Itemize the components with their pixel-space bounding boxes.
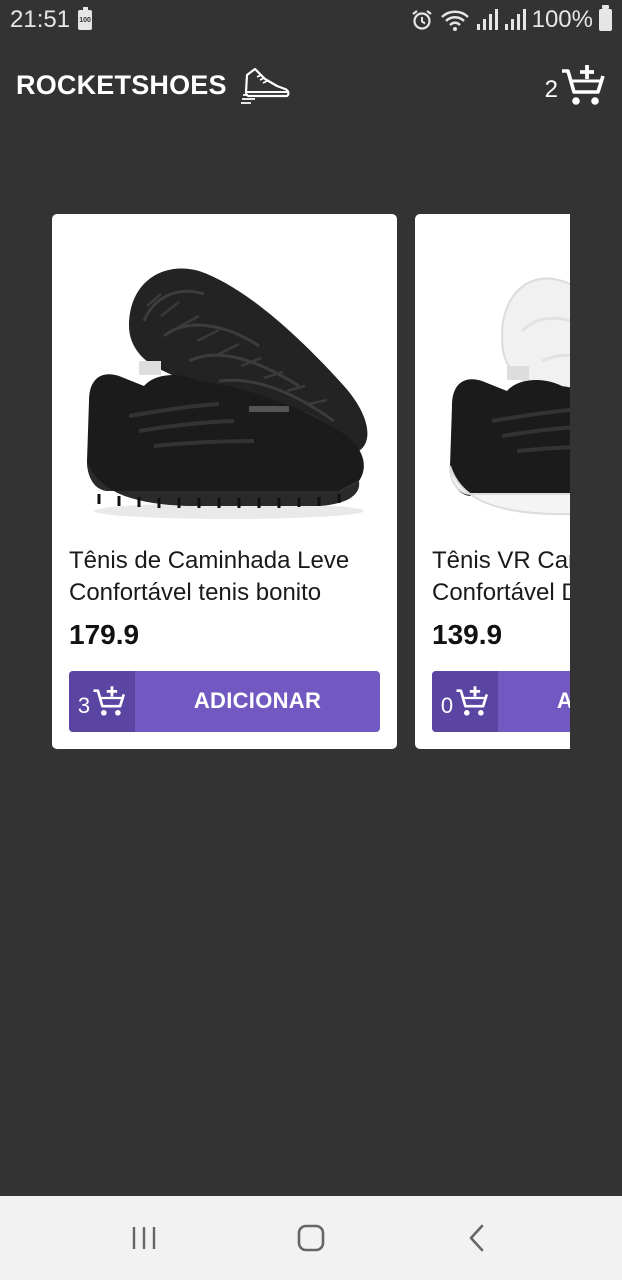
battery-saver-icon: 100 — [78, 7, 93, 30]
status-bar-right: 100% — [410, 5, 612, 34]
product-price: 179.9 — [69, 618, 140, 650]
cart-amount-count: 0 — [440, 693, 454, 719]
product-price: 139.9 — [432, 618, 503, 650]
recent-apps-button[interactable] — [114, 1208, 174, 1268]
recent-apps-icon — [132, 1227, 155, 1249]
add-to-cart-label: ADICIONAR — [556, 688, 570, 714]
back-button[interactable] — [448, 1208, 508, 1268]
product-card: Tênis VR Caminhada Confortável Detalhes … — [415, 214, 570, 749]
app-header: ROCKETSHOES 2 — [0, 55, 622, 115]
product-image — [69, 232, 380, 529]
wifi-icon — [440, 10, 469, 31]
cart-amount-count: 3 — [77, 693, 91, 719]
home-button[interactable] — [281, 1208, 341, 1268]
sneaker-black-sole-image — [87, 268, 368, 519]
system-nav-bar — [0, 1196, 622, 1280]
product-title: Tênis VR Caminhada Confortável Detalhes — [432, 547, 570, 607]
brand[interactable]: ROCKETSHOES — [16, 65, 291, 105]
add-to-cart-button[interactable]: 3 ADICIONAR — [69, 670, 380, 733]
cart-plus-icon — [456, 686, 489, 716]
signal-icon — [476, 9, 498, 30]
header-cart-count: 2 — [544, 76, 558, 103]
sneaker-white-sole-image — [449, 277, 570, 515]
cart-plus-icon — [562, 65, 605, 105]
cart-plus-icon — [93, 686, 126, 716]
product-list[interactable]: Tênis de Caminhada Leve Confortável teni… — [52, 214, 570, 749]
status-bar: 21:51 100 100% — [0, 0, 622, 40]
header-cart-button[interactable]: 2 — [545, 62, 606, 108]
back-icon — [470, 1224, 484, 1252]
battery-icon — [599, 5, 612, 31]
signal-icon — [504, 9, 526, 30]
alarm-icon — [411, 10, 432, 30]
product-title: Tênis de Caminhada Leve Confortável teni… — [69, 547, 350, 607]
status-time: 21:51 — [10, 6, 71, 33]
brand-name: ROCKETSHOES — [16, 69, 227, 100]
status-bar-left: 21:51 100 — [10, 6, 93, 34]
add-to-cart-amount: 0 — [432, 670, 498, 733]
product-image — [432, 232, 570, 529]
product-card: Tênis de Caminhada Leve Confortável teni… — [52, 214, 397, 749]
battery-percent: 100% — [531, 6, 593, 33]
product-track: Tênis de Caminhada Leve Confortável teni… — [52, 214, 570, 749]
sneaker-icon — [240, 67, 290, 104]
home-icon — [297, 1224, 325, 1252]
add-to-cart-amount: 3 — [69, 670, 135, 733]
add-to-cart-button[interactable]: 0 ADICIONAR — [432, 670, 570, 733]
add-to-cart-label: ADICIONAR — [193, 688, 322, 714]
